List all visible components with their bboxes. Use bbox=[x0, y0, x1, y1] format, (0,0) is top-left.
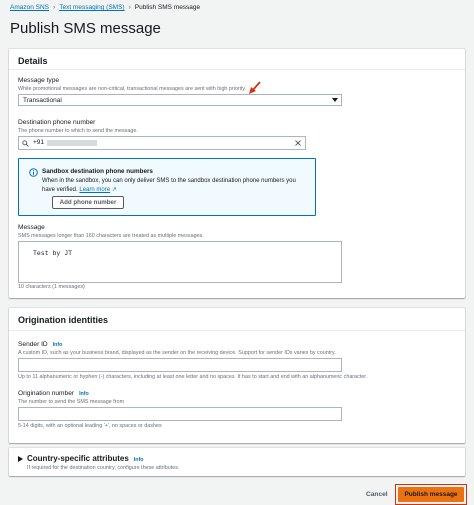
breadcrumb-current: Publish SMS message bbox=[134, 4, 201, 11]
learn-more-link[interactable]: Learn more bbox=[79, 187, 110, 193]
search-icon bbox=[22, 140, 29, 147]
message-textarea[interactable]: Test by JT bbox=[18, 241, 342, 283]
breadcrumb-text-messaging[interactable]: Text messaging (SMS) bbox=[59, 4, 124, 11]
sandbox-alert: Sandbox destination phone numbers When i… bbox=[18, 158, 316, 216]
divider bbox=[9, 69, 465, 70]
message-label: Message bbox=[18, 224, 45, 231]
message-counter: 10 characters (1 messages) bbox=[18, 284, 85, 290]
redacted-number bbox=[47, 140, 97, 146]
phone-value: +91 bbox=[33, 139, 45, 146]
message-type-select[interactable]: Transactional bbox=[18, 94, 342, 106]
caret-right-icon[interactable] bbox=[18, 456, 23, 462]
sandbox-alert-body: When in the sandbox, you can only delive… bbox=[42, 177, 302, 195]
country-attributes-heading: Country-specific attributes Info bbox=[27, 454, 144, 463]
breadcrumb: Amazon SNS › Text messaging (SMS) › Publish … bbox=[10, 4, 200, 11]
sender-id-constraint: Up to 11 alphanumeric or hyphen (-) char… bbox=[18, 374, 368, 380]
country-attributes-heading-text: Country-specific attributes bbox=[27, 454, 129, 463]
publish-message-button[interactable]: Publish message bbox=[398, 487, 464, 502]
external-link-icon: ↗ bbox=[111, 187, 117, 193]
origination-panel: Origination identities Sender ID Info A c… bbox=[9, 308, 465, 443]
details-panel: Details Message type While promotional m… bbox=[9, 49, 465, 298]
caret-down-icon bbox=[332, 98, 338, 102]
phone-label: Destination phone number bbox=[18, 119, 96, 126]
add-phone-number-button[interactable]: Add phone number bbox=[52, 196, 124, 209]
origination-number-input[interactable] bbox=[18, 407, 342, 421]
page-title: Publish SMS message bbox=[10, 20, 161, 37]
origination-heading: Origination identities bbox=[18, 315, 109, 325]
sender-id-description: A custom ID, such as your business brand… bbox=[18, 350, 336, 356]
cancel-button[interactable]: Cancel bbox=[366, 491, 388, 498]
phone-description: The phone number to which to send the me… bbox=[18, 128, 138, 134]
chevron-right-icon: › bbox=[53, 4, 56, 11]
message-type-label: Message type bbox=[18, 77, 60, 84]
sender-id-label-text: Sender ID bbox=[18, 341, 48, 348]
message-description: SMS messages longer than 160 characters … bbox=[18, 233, 204, 239]
country-info-link[interactable]: Info bbox=[134, 457, 144, 463]
message-value: Test by JT bbox=[33, 250, 73, 257]
publish-highlight: Publish message bbox=[395, 484, 467, 505]
phone-input[interactable]: +91 bbox=[18, 136, 306, 150]
info-icon bbox=[29, 168, 38, 177]
sender-id-input[interactable] bbox=[18, 358, 342, 372]
details-heading: Details bbox=[18, 56, 48, 66]
chevron-right-icon: › bbox=[128, 4, 131, 11]
origination-number-info-link[interactable]: Info bbox=[79, 391, 89, 397]
origination-number-constraint: 5-14 digits, with an optional leading '+… bbox=[18, 423, 162, 429]
clear-icon[interactable] bbox=[295, 140, 301, 146]
sender-id-info-link[interactable]: Info bbox=[53, 342, 63, 348]
sandbox-alert-title: Sandbox destination phone numbers bbox=[42, 168, 153, 175]
country-attributes-description: If required for the destination country,… bbox=[27, 465, 180, 471]
sender-id-label: Sender ID Info bbox=[18, 341, 62, 348]
message-type-value: Transactional bbox=[23, 97, 62, 104]
origination-number-label: Origination number Info bbox=[18, 390, 89, 397]
divider bbox=[9, 330, 465, 331]
origination-number-label-text: Origination number bbox=[18, 390, 75, 397]
country-attributes-panel[interactable]: Country-specific attributes Info If requi… bbox=[9, 448, 465, 476]
origination-number-description: The number to send the SMS message from bbox=[18, 399, 125, 405]
message-type-description: While promotional messages are non-criti… bbox=[18, 86, 247, 92]
breadcrumb-amazon-sns[interactable]: Amazon SNS bbox=[10, 4, 49, 11]
